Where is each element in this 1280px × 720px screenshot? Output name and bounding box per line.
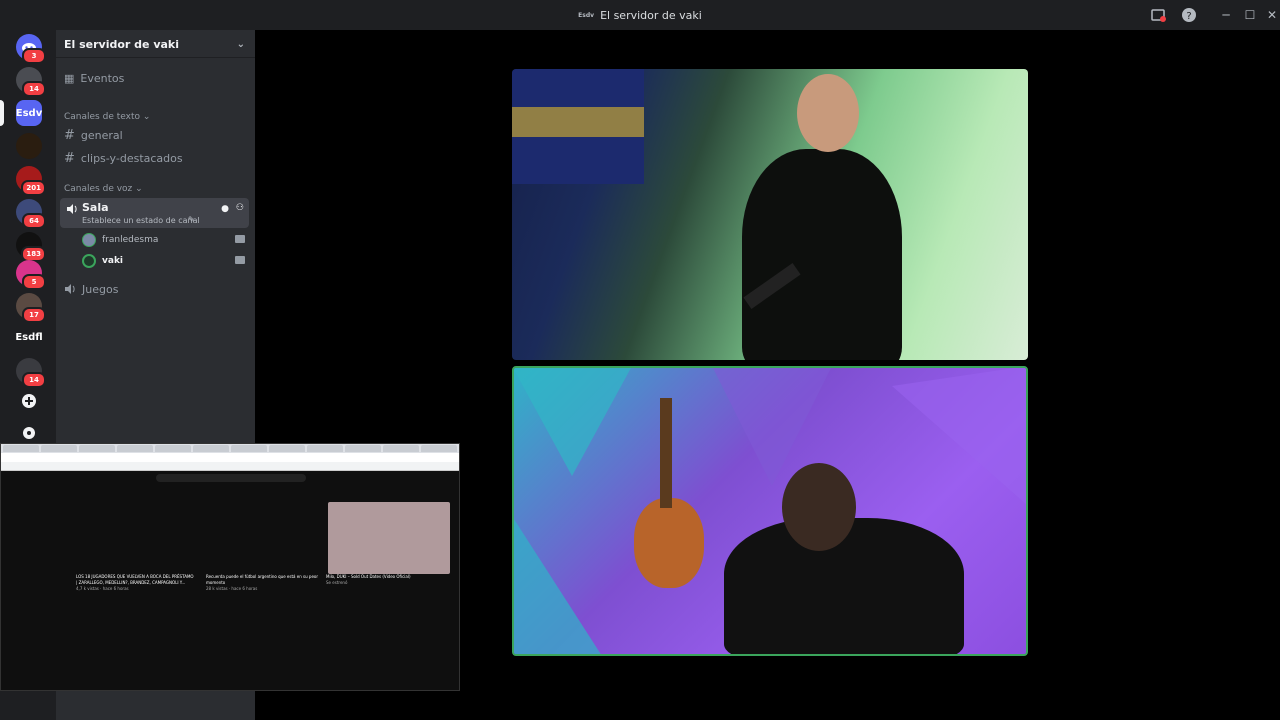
avatar — [82, 254, 96, 268]
maximize-button[interactable]: ☐ — [1240, 5, 1260, 25]
active-server-indicator — [0, 100, 4, 126]
notification-badge: 64 — [22, 213, 46, 229]
channel-label: Juegos — [82, 282, 119, 296]
video-tile-vaki[interactable] — [512, 366, 1028, 656]
home-button[interactable]: 3 — [16, 34, 46, 64]
title-bar: Esdv El servidor de vaki ? ─ ☐ ✕ — [0, 0, 1280, 30]
browser-tab — [117, 445, 153, 452]
notification-badge: 14 — [22, 372, 46, 388]
server-icon[interactable]: 64 — [16, 199, 46, 229]
notification-badge: 17 — [22, 307, 46, 323]
calendar-icon: ▦ — [64, 71, 75, 85]
server-icon[interactable]: 5 — [16, 260, 46, 290]
video-title: LOS 18 JUGADORES QUE VUELVEN A BOCA DEL … — [76, 574, 194, 585]
video-title: Recuerda puede el fútbol argentino que e… — [206, 574, 319, 585]
browser-tab — [155, 445, 191, 452]
server-icon[interactable] — [16, 133, 42, 159]
browser-tab — [41, 445, 77, 452]
browser-tab — [269, 445, 305, 452]
voice-channel-juegos[interactable]: Juegos — [62, 279, 249, 299]
person-silhouette — [742, 149, 902, 360]
channel-label: clips-y-destacados — [80, 151, 183, 165]
browser-tab — [231, 445, 267, 452]
hash-icon: # — [64, 150, 75, 166]
browser-tab — [3, 445, 39, 452]
member-name: vaki — [102, 256, 124, 266]
video-meta: 4,7 k vistas · hace 6 horas — [76, 586, 129, 591]
events-label: Eventos — [80, 71, 125, 85]
speaker-icon — [65, 284, 75, 294]
video-thumbnail — [328, 502, 450, 574]
video-meta: Se estrenó — [326, 580, 348, 585]
browser-tab — [307, 445, 343, 452]
window-title: Esdv El servidor de vaki — [0, 0, 1280, 30]
bookmarks-bar — [1, 462, 459, 471]
server-header[interactable]: El servidor de vaki ⌄ — [56, 32, 255, 58]
pencil-icon: ✎ — [188, 215, 195, 224]
voice-member[interactable]: vaki — [82, 252, 249, 270]
notification-badge: 201 — [21, 180, 46, 196]
browser-tab — [193, 445, 229, 452]
channel-status[interactable]: Establece un estado de canal — [82, 216, 200, 225]
voice-member[interactable]: franledesma — [82, 231, 249, 249]
inbox-icon[interactable] — [1150, 7, 1166, 23]
channel-label: general — [80, 128, 123, 142]
text-category[interactable]: Canales de texto ⌄ — [64, 112, 150, 122]
flag-decoration — [512, 69, 644, 184]
person-head — [797, 74, 859, 152]
browser-tab — [345, 445, 381, 452]
server-icon-text[interactable]: Esdfl — [15, 324, 42, 350]
voice-category-label: Canales de voz — [64, 184, 133, 194]
address-bar — [1, 453, 459, 462]
chat-icon[interactable]: ● — [221, 204, 229, 214]
avatar — [82, 233, 96, 247]
svg-text:?: ? — [1186, 11, 1191, 22]
voice-channel-name: Sala — [82, 201, 109, 214]
video-meta: 28 k vistas · hace 6 horas — [206, 586, 258, 591]
help-icon[interactable]: ? — [1181, 7, 1197, 23]
close-button[interactable]: ✕ — [1262, 5, 1280, 25]
notification-badge: 5 — [22, 274, 46, 290]
server-mini-icon: Esdv — [578, 11, 595, 19]
plus-icon — [22, 394, 36, 408]
server-icon[interactable]: 14 — [16, 358, 46, 388]
browser-tab — [421, 445, 457, 452]
server-name: El servidor de vaki — [64, 38, 180, 51]
text-category-label: Canales de texto — [64, 112, 140, 122]
screen-share-preview[interactable]: LOS 18 JUGADORES QUE VUELVEN A BOCA DEL … — [0, 443, 460, 691]
server-icon[interactable]: 201 — [16, 166, 46, 196]
voice-category[interactable]: Canales de voz ⌄ — [64, 184, 143, 194]
add-server-button[interactable] — [16, 388, 42, 414]
chevron-down-icon: ⌄ — [236, 39, 245, 50]
window-title-text: El servidor de vaki — [600, 8, 702, 22]
notification-badge: 14 — [22, 81, 46, 97]
minimize-button[interactable]: ─ — [1216, 5, 1236, 25]
search-box — [156, 474, 306, 482]
video-item: LOS 18 JUGADORES QUE VUELVEN A BOCA DEL … — [76, 574, 196, 592]
person-head — [782, 463, 856, 551]
video-item: Recuerda puede el fútbol argentino que e… — [206, 574, 326, 592]
notification-badge: 3 — [22, 48, 46, 64]
browser-tab — [79, 445, 115, 452]
browser-tab — [383, 445, 419, 452]
invite-icon[interactable]: ⚇ — [236, 203, 244, 213]
speaker-icon — [67, 204, 77, 214]
guitar-neck — [660, 398, 672, 508]
voice-channel-sala[interactable]: Sala Establece un estado de canal ✎ ● ⚇ — [60, 198, 249, 228]
server-icon[interactable]: 14 — [16, 67, 46, 97]
video-tile-franledesma[interactable] — [512, 69, 1028, 360]
server-icon[interactable]: 183 — [16, 232, 46, 262]
events-item[interactable]: ▦ Eventos — [62, 68, 249, 88]
camera-icon — [235, 256, 245, 264]
member-name: franledesma — [102, 235, 159, 245]
camera-icon — [235, 235, 245, 243]
server-icon[interactable]: 17 — [16, 293, 46, 323]
channel-clips[interactable]: # clips-y-destacados — [62, 148, 249, 168]
server-icon-active[interactable]: Esdv — [16, 100, 42, 126]
channel-general[interactable]: # general — [62, 125, 249, 145]
guitar — [634, 498, 704, 588]
video-item: Milo, DUKI – Sold Out Dates (Video Ofici… — [326, 574, 446, 586]
browser-tabs — [1, 444, 459, 453]
hash-icon: # — [64, 127, 75, 143]
